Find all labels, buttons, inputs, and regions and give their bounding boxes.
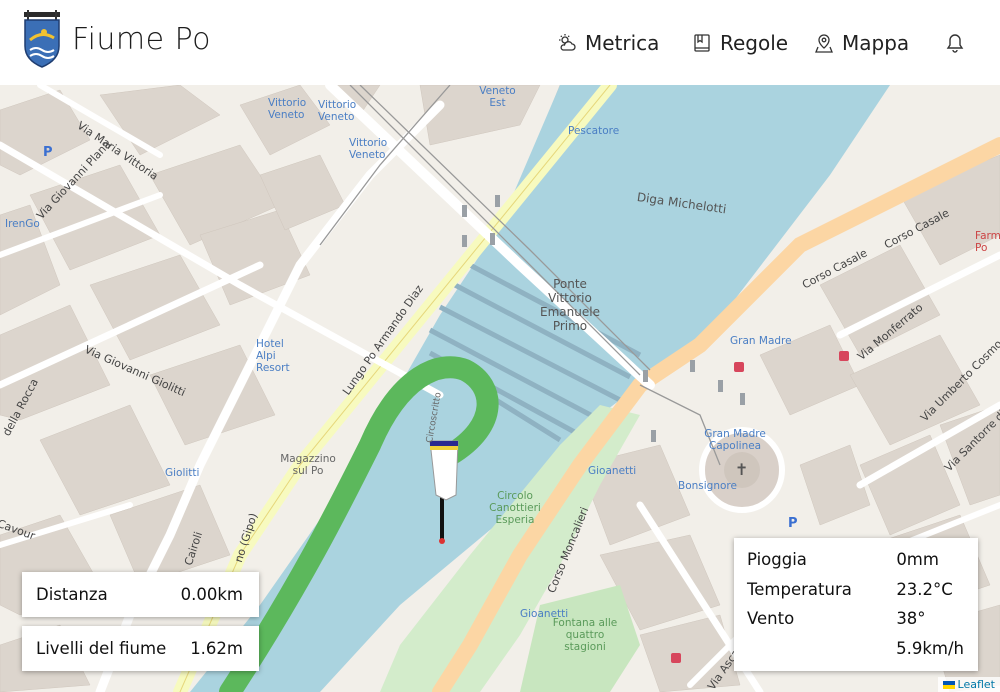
svg-text:P: P <box>43 145 53 160</box>
nav-metrica-label: Metrica <box>585 31 660 55</box>
rain-value: 0mm <box>896 550 939 569</box>
nav-metrica[interactable]: Metrica <box>557 31 659 55</box>
weather-panel: Pioggia 0mm Temperatura 23.2°C Vento 38°… <box>734 538 978 671</box>
distance-value: 0.00km <box>180 585 243 604</box>
rain-label: Pioggia <box>747 550 807 569</box>
label-gran-madre: Gran Madre <box>730 335 792 347</box>
label-fontana: Fontana alle quattro stagioni <box>552 617 618 653</box>
label-ponte: Ponte Vittorio Emanuele Primo <box>540 277 600 333</box>
label-gran-madre-capolinea: Gran Madre Capolinea <box>704 428 766 452</box>
label-bonsignore: Bonsignore <box>678 480 737 492</box>
river-level-label: Livelli del fiume <box>36 639 167 658</box>
nav-mappa[interactable]: Mappa <box>814 31 909 55</box>
wind-direction: 38° <box>896 609 926 628</box>
distance-label: Distanza <box>36 585 108 604</box>
label-vittorio-veneto-3: Vittorio Veneto <box>349 137 388 161</box>
label-vittorio-veneto-2: Vittorio Veneto <box>318 99 357 123</box>
distance-panel: Distanza 0.00km <box>22 572 259 617</box>
nav-regole[interactable]: Regole <box>692 31 788 55</box>
svg-text:✝: ✝ <box>735 460 748 479</box>
attribution-link[interactable]: Leaflet <box>958 678 995 691</box>
svg-text:P: P <box>788 516 798 531</box>
label-magazzino: Magazzino sul Po <box>280 453 336 477</box>
book-icon <box>694 34 710 52</box>
weather-icon <box>559 34 576 51</box>
bell-icon[interactable] <box>944 32 966 54</box>
label-irengo: IrenGo <box>5 218 40 230</box>
label-giolitti-stop: Giolitti <box>165 467 200 479</box>
temperature-value: 23.2°C <box>896 579 953 599</box>
label-veneto-est: Veneto Est <box>479 85 516 109</box>
app-header: Fiume Po Metrica Regole Mappa <box>0 0 1000 85</box>
wind-speed: 5.9km/h <box>896 638 964 658</box>
nav-mappa-label: Mappa <box>842 31 910 55</box>
label-pescatore: Pescatore <box>568 125 620 137</box>
map-pin-icon <box>815 34 833 53</box>
label-vittorio-veneto-1: Vittorio Veneto <box>268 97 307 121</box>
label-farmacia: Farm Po <box>975 230 1000 254</box>
rowing-club-logo[interactable] <box>22 10 62 68</box>
wind-speed-spacer <box>747 639 896 669</box>
label-circolo: Circolo Canottieri Esperia <box>489 490 541 526</box>
ukraine-flag-icon <box>942 680 955 689</box>
label-gioanetti-1: Gioanetti <box>588 465 637 477</box>
label-hotel-alpi: Hotel Alpi Resort <box>256 338 290 374</box>
nav-regole-label: Regole <box>720 31 789 55</box>
temperature-label: Temperatura <box>747 579 852 599</box>
brand-title[interactable]: Fiume Po <box>72 22 211 57</box>
river-level-panel: Livelli del fiume 1.62m <box>22 626 259 671</box>
map-attribution[interactable]: Leaflet <box>937 677 1000 692</box>
wind-label: Vento <box>747 609 795 628</box>
river-level-value: 1.62m <box>190 639 243 658</box>
